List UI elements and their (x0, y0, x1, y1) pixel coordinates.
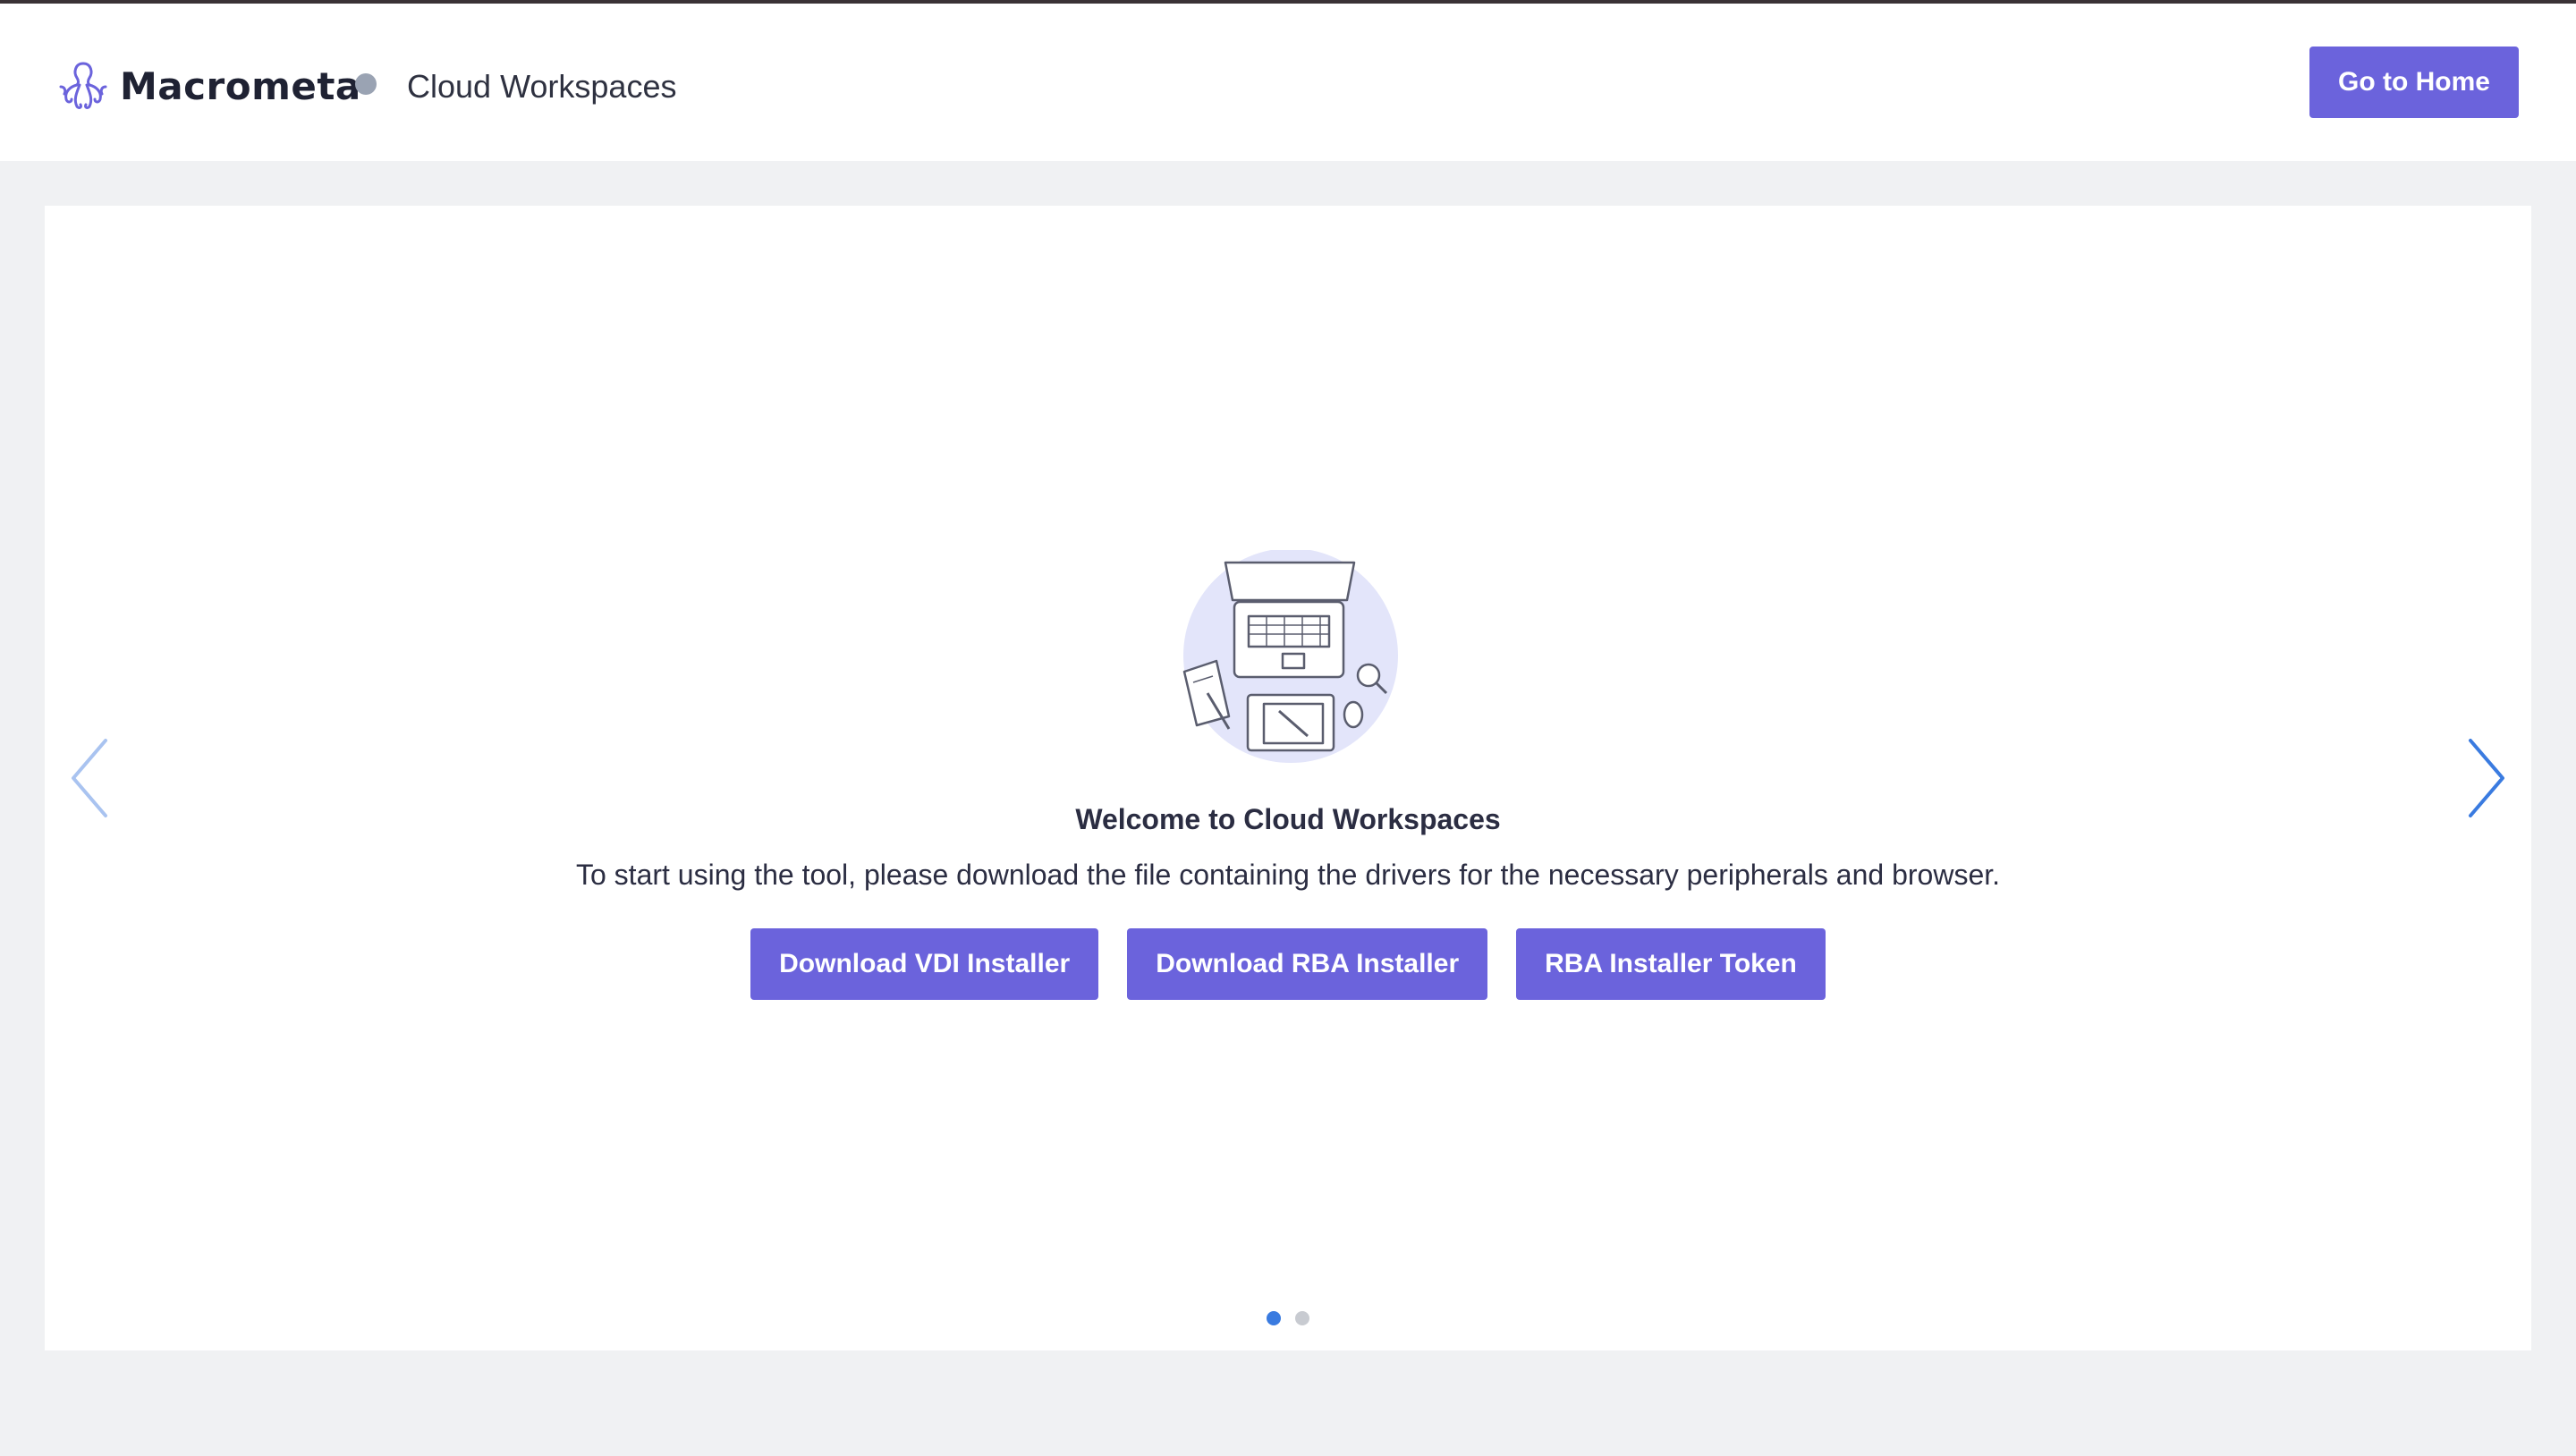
welcome-carousel: Welcome to Cloud Workspaces To start usi… (45, 206, 2531, 1350)
brand-name: Macrometa (120, 63, 361, 108)
carousel-dot-2[interactable] (1295, 1311, 1309, 1325)
octopus-logo-icon (59, 62, 107, 109)
download-rba-installer-button[interactable]: Download RBA Installer (1127, 928, 1488, 1000)
app-header: Macrometa Cloud Workspaces Go to Home (0, 4, 2576, 161)
carousel-pagination (45, 1311, 2531, 1325)
rba-installer-token-button[interactable]: RBA Installer Token (1516, 928, 1826, 1000)
chevron-right-icon[interactable] (2460, 733, 2513, 823)
download-vdi-installer-button[interactable]: Download VDI Installer (750, 928, 1099, 1000)
go-to-home-button[interactable]: Go to Home (2309, 47, 2519, 118)
product-name: Cloud Workspaces (407, 68, 677, 105)
brand[interactable]: Macrometa (57, 57, 361, 114)
separator-dot (355, 73, 377, 95)
welcome-description: To start using the tool, please download… (575, 859, 2001, 891)
carousel-dot-1[interactable] (1267, 1311, 1281, 1325)
welcome-title: Welcome to Cloud Workspaces (1075, 803, 1501, 835)
installer-actions: Download VDI Installer Download RBA Inst… (45, 928, 2531, 1000)
workspace-illustration-icon (1182, 550, 1398, 763)
